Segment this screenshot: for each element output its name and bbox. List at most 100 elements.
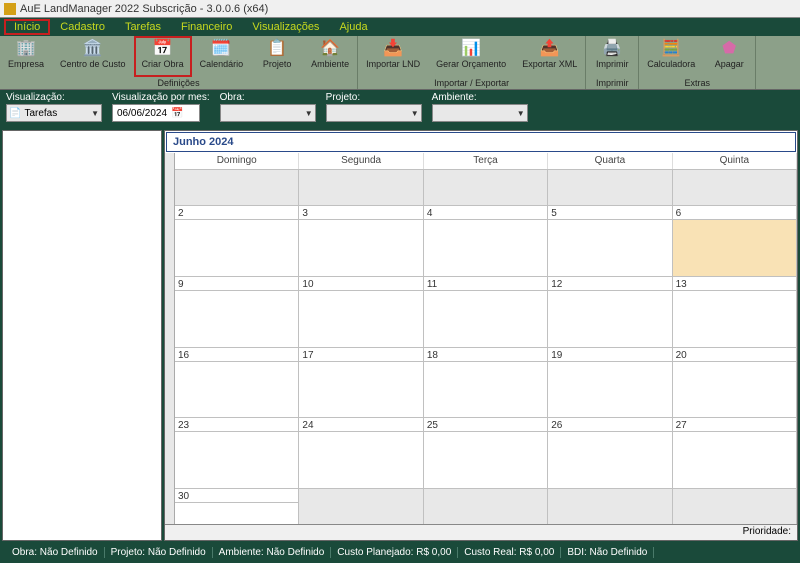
cal-cell[interactable]: 9 xyxy=(175,277,299,347)
print-icon: 🖨️ xyxy=(602,38,622,58)
visualizacao-select[interactable]: 📄Tarefas ▼ xyxy=(6,104,102,122)
group-label-definicoes: Definições xyxy=(0,78,357,89)
imprimir-button[interactable]: 🖨️ Imprimir xyxy=(586,36,638,77)
cal-cell[interactable]: 26 xyxy=(548,418,672,488)
task-icon: 📄 xyxy=(9,108,21,119)
status-projeto: Projeto: Não Definido xyxy=(105,547,213,558)
main-area: Junho 2024 Domingo Segunda Terça Quarta … xyxy=(0,128,800,543)
criar-obra-button[interactable]: 📅 Criar Obra xyxy=(134,36,192,77)
calendario-button[interactable]: 🗓️ Calendário xyxy=(192,36,252,77)
date-input[interactable]: 06/06/2024 📅 xyxy=(112,104,200,122)
gerar-orcamento-button[interactable]: 📊 Gerar Orçamento xyxy=(428,36,514,77)
cal-cell[interactable]: 30 xyxy=(175,489,299,524)
priority-bar: Prioridade: xyxy=(165,524,797,540)
cal-cell-next[interactable] xyxy=(299,489,423,524)
group-label-extras: Extras xyxy=(639,78,755,89)
cal-cell-prev[interactable] xyxy=(673,170,797,205)
ambiente-label: Ambiente: xyxy=(432,92,528,103)
menu-financeiro[interactable]: Financeiro xyxy=(171,19,242,35)
toolbar-group-imprimir: 🖨️ Imprimir Imprimir xyxy=(586,36,639,89)
cal-cell[interactable]: 11 xyxy=(424,277,548,347)
toolbar-group-extras: 🧮 Calculadora ⬟ Apagar Extras xyxy=(639,36,756,89)
week-row: 16 17 18 19 20 xyxy=(175,347,797,418)
budget-icon: 📊 xyxy=(461,38,481,58)
calendar-header: Domingo Segunda Terça Quarta Quinta xyxy=(165,153,797,169)
obra-select[interactable]: ▼ xyxy=(220,104,316,122)
ambiente-button[interactable]: 🏠 Ambiente xyxy=(303,36,357,77)
window-title: AuE LandManager 2022 Subscrição - 3.0.0.… xyxy=(20,3,268,15)
projeto-button[interactable]: 📋 Projeto xyxy=(251,36,303,77)
exportar-xml-button[interactable]: 📤 Exportar XML xyxy=(514,36,585,77)
cal-cell-prev[interactable] xyxy=(175,170,299,205)
calendar-picker-icon: 📅 xyxy=(171,108,183,119)
menu-ajuda[interactable]: Ajuda xyxy=(329,19,377,35)
cal-cell[interactable]: 27 xyxy=(673,418,797,488)
cal-cell[interactable]: 24 xyxy=(299,418,423,488)
cal-cell-prev[interactable] xyxy=(424,170,548,205)
calculator-icon: 🧮 xyxy=(661,38,681,58)
cal-cell[interactable]: 20 xyxy=(673,348,797,418)
chevron-down-icon: ▼ xyxy=(305,109,313,118)
erase-icon: ⬟ xyxy=(719,38,739,58)
cal-cell[interactable]: 18 xyxy=(424,348,548,418)
toolbar-group-definicoes: 🏢 Empresa 🏛️ Centro de Custo 📅 Criar Obr… xyxy=(0,36,358,89)
ambiente-select[interactable]: ▼ xyxy=(432,104,528,122)
toolbar: 🏢 Empresa 🏛️ Centro de Custo 📅 Criar Obr… xyxy=(0,36,800,90)
calendar-icon: 🗓️ xyxy=(211,38,231,58)
status-bdi: BDI: Não Definido xyxy=(561,547,654,558)
cal-cell-prev[interactable] xyxy=(299,170,423,205)
chevron-down-icon: ▼ xyxy=(91,109,99,118)
menu-visualizacoes[interactable]: Visualizações xyxy=(242,19,329,35)
building-icon: 🏢 xyxy=(16,38,36,58)
empresa-button[interactable]: 🏢 Empresa xyxy=(0,36,52,77)
cal-cell[interactable]: 10 xyxy=(299,277,423,347)
controls-bar: Visualização: 📄Tarefas ▼ Visualização po… xyxy=(0,90,800,128)
menu-cadastro[interactable]: Cadastro xyxy=(50,19,115,35)
cal-cell[interactable]: 25 xyxy=(424,418,548,488)
cal-cell[interactable]: 16 xyxy=(175,348,299,418)
centro-custo-button[interactable]: 🏛️ Centro de Custo xyxy=(52,36,134,77)
group-label-imprimir: Imprimir xyxy=(586,78,638,89)
cal-cell[interactable]: 3 xyxy=(299,206,423,276)
status-obra: Obra: Não Definido xyxy=(6,547,105,558)
title-bar: AuE LandManager 2022 Subscrição - 3.0.0.… xyxy=(0,0,800,18)
app-icon xyxy=(4,3,16,15)
cal-cell[interactable]: 19 xyxy=(548,348,672,418)
menu-tarefas[interactable]: Tarefas xyxy=(115,19,171,35)
import-lnd-icon: 📥 xyxy=(383,38,403,58)
time-gutter[interactable] xyxy=(165,169,175,524)
calendar-grid: 2 3 4 5 6 9 10 11 12 13 16 17 18 1 xyxy=(175,169,797,524)
priority-label: Prioridade: xyxy=(743,526,791,537)
status-planejado: Custo Planejado: R$ 0,00 xyxy=(331,547,458,558)
cal-cell-prev[interactable] xyxy=(548,170,672,205)
week-row: 23 24 25 26 27 xyxy=(175,417,797,488)
chevron-down-icon: ▼ xyxy=(517,109,525,118)
mes-label: Visualização por mes: xyxy=(112,92,210,103)
cal-cell[interactable]: 23 xyxy=(175,418,299,488)
create-work-icon: 📅 xyxy=(153,38,173,58)
apagar-button[interactable]: ⬟ Apagar xyxy=(703,36,755,77)
dow-quinta: Quinta xyxy=(673,153,797,169)
cal-cell[interactable]: 12 xyxy=(548,277,672,347)
calendar-title: Junho 2024 xyxy=(166,132,796,152)
group-label-importar: Importar / Exportar xyxy=(358,78,585,89)
importar-lnd-button[interactable]: 📥 Importar LND xyxy=(358,36,428,77)
cal-cell-next[interactable] xyxy=(424,489,548,524)
time-gutter-header xyxy=(165,153,175,169)
cal-cell-next[interactable] xyxy=(548,489,672,524)
environment-icon: 🏠 xyxy=(320,38,340,58)
dow-segunda: Segunda xyxy=(299,153,423,169)
calculadora-button[interactable]: 🧮 Calculadora xyxy=(639,36,703,77)
cal-cell[interactable]: 13 xyxy=(673,277,797,347)
week-row: 2 3 4 5 6 xyxy=(175,205,797,276)
cal-cell[interactable]: 4 xyxy=(424,206,548,276)
cal-cell[interactable]: 5 xyxy=(548,206,672,276)
cal-cell[interactable]: 2 xyxy=(175,206,299,276)
projeto-select[interactable]: ▼ xyxy=(326,104,422,122)
status-bar: Obra: Não Definido Projeto: Não Definido… xyxy=(0,543,800,561)
cal-cell-next[interactable] xyxy=(673,489,797,524)
cal-cell[interactable]: 17 xyxy=(299,348,423,418)
cal-cell-today[interactable]: 6 xyxy=(673,206,797,276)
project-icon: 📋 xyxy=(267,38,287,58)
menu-inicio[interactable]: Início xyxy=(4,19,50,35)
